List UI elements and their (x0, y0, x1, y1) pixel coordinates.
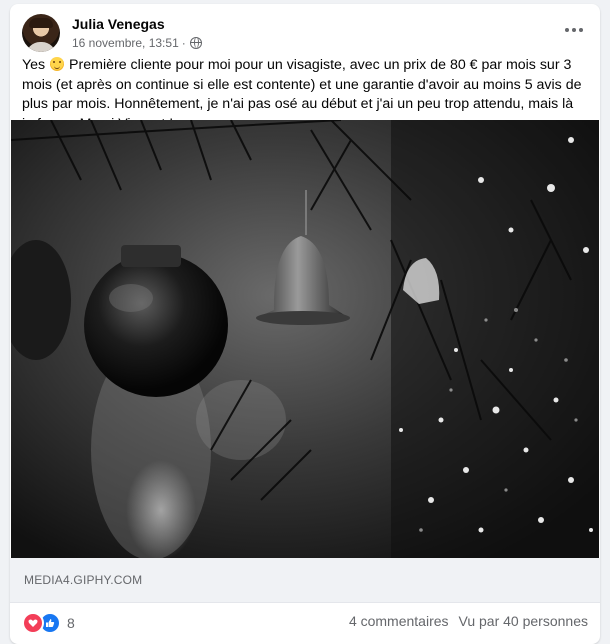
post-footer: 8 4 commentaires Vu par 40 personnes (10, 602, 600, 642)
meta-separator: · (181, 36, 186, 50)
avatar-shirt (26, 42, 56, 52)
grinning-face-icon (50, 57, 65, 71)
christmas-tree-image (11, 120, 599, 558)
views-count[interactable]: Vu par 40 personnes (459, 613, 588, 629)
more-options-button[interactable] (560, 18, 588, 42)
globe-icon (189, 37, 202, 49)
avatar-hair (29, 18, 53, 28)
post-meta: 16 novembre, 13:51 · (72, 36, 202, 50)
post-header: Julia Venegas 16 novembre, 13:51 · (22, 14, 588, 54)
comments-count[interactable]: 4 commentaires (349, 613, 449, 629)
love-icon (22, 612, 44, 634)
reactions-summary[interactable]: 8 (22, 612, 75, 634)
link-preview[interactable]: MEDIA4.GIPHY.COM (10, 558, 600, 603)
more-dot (579, 28, 583, 32)
post-timestamp[interactable]: 16 novembre, 13:51 (72, 36, 179, 50)
gif-media[interactable] (11, 120, 599, 558)
more-dot (565, 28, 569, 32)
post-card: Julia Venegas 16 novembre, 13:51 · Yes P… (10, 4, 600, 644)
more-dot (572, 28, 576, 32)
post-text-start: Yes (22, 57, 46, 73)
link-domain: MEDIA4.GIPHY.COM (24, 573, 143, 587)
avatar[interactable] (22, 14, 60, 52)
author-name[interactable]: Julia Venegas (72, 16, 165, 32)
reaction-count: 8 (67, 615, 75, 631)
post-stats: 4 commentaires Vu par 40 personnes (349, 613, 588, 629)
